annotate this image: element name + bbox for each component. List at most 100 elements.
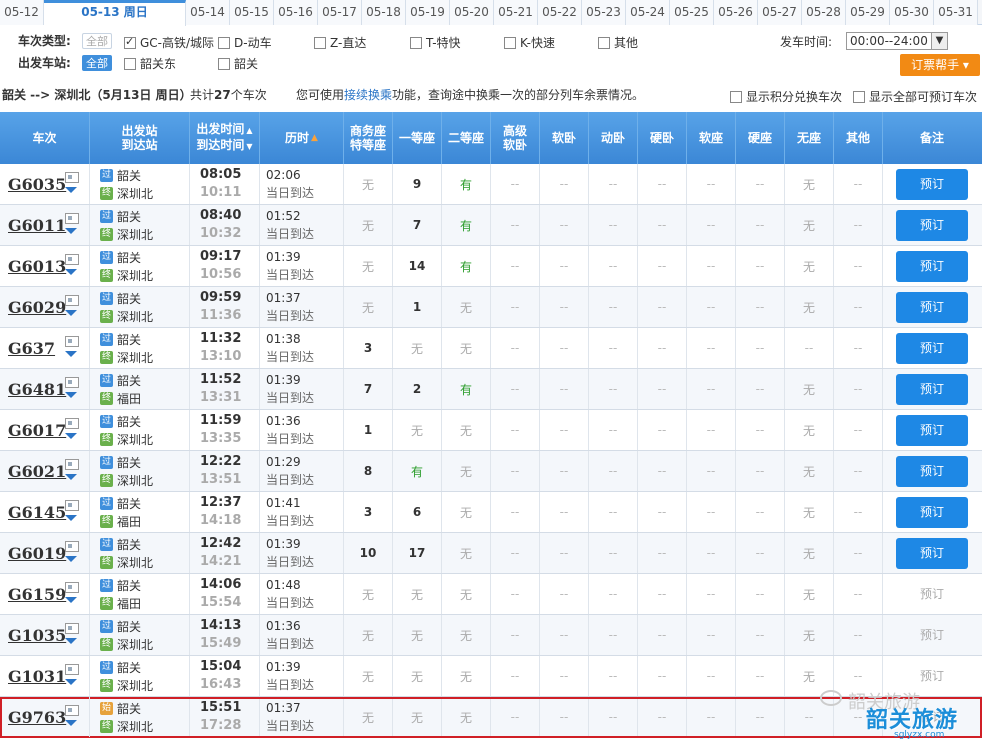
stop-info-icon[interactable] <box>65 664 79 675</box>
caret-down-icon[interactable] <box>65 310 77 316</box>
station-cell: 过韶关终深圳北 <box>90 328 190 368</box>
stop-info-icon[interactable] <box>65 541 79 552</box>
booking-helper-button[interactable]: 订票帮手 ▾ <box>900 54 980 76</box>
book-button[interactable]: 预订 <box>896 496 968 528</box>
caret-down-icon[interactable] <box>65 474 77 480</box>
show-all-bookable-checkbox[interactable]: 显示全部可预订车次 <box>853 88 977 105</box>
stop-info-icon[interactable] <box>65 418 79 429</box>
seat-availability: 无 <box>802 464 815 479</box>
book-button[interactable]: 预订 <box>896 414 968 446</box>
date-tab-2[interactable]: 05-14 <box>186 0 230 25</box>
train-type-checkbox-5[interactable]: 其他 <box>598 34 638 51</box>
date-tab-17[interactable]: 05-29 <box>846 0 890 25</box>
caret-down-icon[interactable] <box>65 392 77 398</box>
departure-station-all-chip[interactable]: 全部 <box>82 55 112 71</box>
duration: 01:39 <box>266 660 301 674</box>
book-button[interactable]: 预订 <box>896 537 968 569</box>
caret-down-icon[interactable] <box>65 556 77 562</box>
train-type-checkbox-1[interactable]: D-动车 <box>218 34 272 51</box>
date-tab-0[interactable]: 05-12 <box>0 0 44 25</box>
train-number-link[interactable]: G6019 <box>8 544 66 563</box>
train-number-link[interactable]: G6013 <box>8 257 66 276</box>
date-tab-18[interactable]: 05-30 <box>890 0 934 25</box>
caret-down-icon[interactable] <box>65 679 77 685</box>
stop-info-icon[interactable] <box>65 705 79 716</box>
show-points-trains-checkbox[interactable]: 显示积分兑换车次 <box>730 88 842 105</box>
train-number-link[interactable]: G1031 <box>8 667 66 686</box>
train-type-checkbox-0[interactable]: GC-高铁/城际 <box>124 34 214 51</box>
train-number-link[interactable]: G6145 <box>8 503 66 522</box>
caret-down-icon[interactable] <box>65 433 77 439</box>
date-tab-3[interactable]: 05-15 <box>230 0 274 25</box>
date-tab-16[interactable]: 05-28 <box>802 0 846 25</box>
book-button[interactable]: 预订 <box>896 168 968 200</box>
date-tab-7[interactable]: 05-19 <box>406 0 450 25</box>
train-number-link[interactable]: G637 <box>8 339 55 358</box>
date-tab-4[interactable]: 05-16 <box>274 0 318 25</box>
date-tab-5[interactable]: 05-17 <box>318 0 362 25</box>
stop-info-icon[interactable] <box>65 500 79 511</box>
train-number-link[interactable]: G1035 <box>8 626 66 645</box>
station-checkbox-1[interactable]: 韶关 <box>218 55 258 72</box>
book-button[interactable]: 预订 <box>896 455 968 487</box>
date-tab-12[interactable]: 05-24 <box>626 0 670 25</box>
departure-time: 12:22 <box>200 454 242 469</box>
date-tab-14[interactable]: 05-26 <box>714 0 758 25</box>
train-type-checkbox-4[interactable]: K-快速 <box>504 34 555 51</box>
train-number-link[interactable]: G6017 <box>8 421 66 440</box>
stop-info-icon[interactable] <box>65 254 79 265</box>
date-tab-9[interactable]: 05-21 <box>494 0 538 25</box>
book-button[interactable]: 预订 <box>896 209 968 241</box>
stop-info-icon[interactable] <box>65 377 79 388</box>
seat-availability: -- <box>755 669 765 683</box>
date-tab-6[interactable]: 05-18 <box>362 0 406 25</box>
caret-down-icon[interactable] <box>65 720 77 726</box>
caret-down-icon[interactable] <box>65 597 77 603</box>
train-type-checkbox-2[interactable]: Z-直达 <box>314 34 366 51</box>
stop-info-icon[interactable] <box>65 623 79 634</box>
transfer-link[interactable]: 接续换乘 <box>344 88 392 102</box>
caret-down-icon[interactable] <box>65 187 77 193</box>
date-tab-13[interactable]: 05-25 <box>670 0 714 25</box>
caret-down-icon[interactable] <box>65 638 77 644</box>
caret-down-icon[interactable] <box>65 228 77 234</box>
book-button[interactable]: 预订 <box>896 332 968 364</box>
watermark: 韶关旅游 韶关旅游 sglyzx.com <box>812 682 982 741</box>
station-checkbox-0[interactable]: 韶关东 <box>124 55 176 72</box>
stop-info-icon[interactable] <box>65 295 79 306</box>
stop-info-icon[interactable] <box>65 172 79 183</box>
train-type-checkbox-3[interactable]: T-特快 <box>410 34 461 51</box>
date-tab-8[interactable]: 05-20 <box>450 0 494 25</box>
caret-down-icon[interactable] <box>65 269 77 275</box>
stop-info-icon[interactable] <box>65 213 79 224</box>
col-duration[interactable]: 历时 ▲ <box>260 112 344 164</box>
date-tab-11[interactable]: 05-23 <box>582 0 626 25</box>
duration: 01:39 <box>266 250 301 264</box>
train-number-link[interactable]: G6021 <box>8 462 66 481</box>
book-button[interactable]: 预订 <box>896 373 968 405</box>
col-time[interactable]: 出发时间 ▲ 到达时间 ▼ <box>190 112 260 164</box>
caret-down-icon[interactable] <box>65 515 77 521</box>
train-number-link[interactable]: G6011 <box>8 216 66 235</box>
date-tab-19[interactable]: 05-31 <box>934 0 978 25</box>
seat-availability: 无 <box>361 710 374 725</box>
book-button[interactable]: 预订 <box>896 291 968 323</box>
train-type-all-chip[interactable]: 全部 <box>82 33 112 49</box>
caret-down-icon[interactable] <box>65 351 77 357</box>
stop-info-icon[interactable] <box>65 336 79 347</box>
pass-station-icon: 过 <box>100 168 113 182</box>
train-number-link[interactable]: G6035 <box>8 175 66 194</box>
to-station-name: 深圳北 <box>117 227 154 242</box>
seat-availability: -- <box>853 464 863 478</box>
train-number-link[interactable]: G9763 <box>8 708 66 727</box>
date-tab-15[interactable]: 05-27 <box>758 0 802 25</box>
stop-info-icon[interactable] <box>65 459 79 470</box>
stop-info-icon[interactable] <box>65 582 79 593</box>
train-number-link[interactable]: G6481 <box>8 380 66 399</box>
train-number-link[interactable]: G6159 <box>8 585 66 604</box>
date-tab-1[interactable]: 05-13 周日 <box>44 0 186 26</box>
book-button[interactable]: 预订 <box>896 250 968 282</box>
train-number-link[interactable]: G6029 <box>8 298 66 317</box>
departure-time-select[interactable]: 00:00--24:00 ▼ <box>846 32 948 50</box>
date-tab-10[interactable]: 05-22 <box>538 0 582 25</box>
